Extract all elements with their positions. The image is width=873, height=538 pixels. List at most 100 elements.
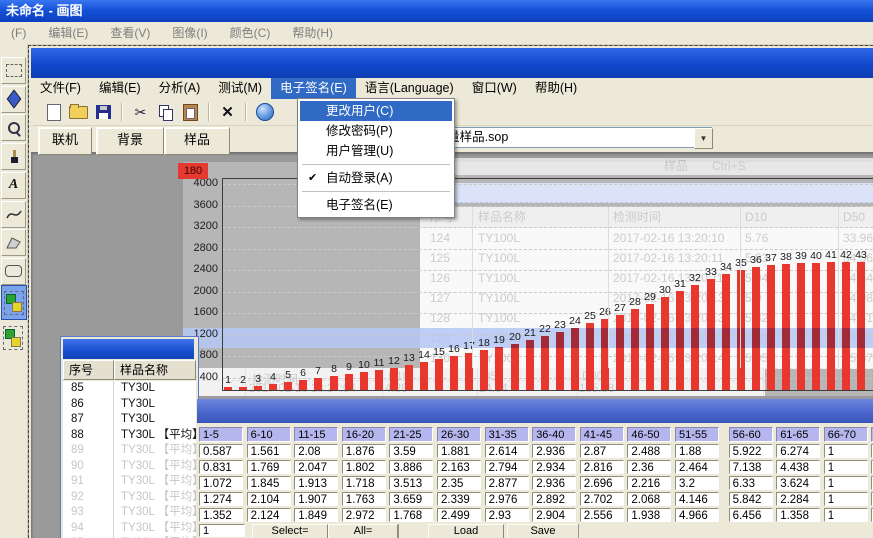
menu-item-0[interactable]: 更改用户(C): [300, 101, 452, 121]
tool-curve-icon[interactable]: [1, 201, 26, 228]
command-button-样品[interactable]: 样品: [164, 127, 230, 155]
option-transparent-selection-icon[interactable]: [1, 321, 25, 354]
sample-seq: 88: [71, 428, 84, 443]
cut-icon[interactable]: ✂: [129, 101, 152, 123]
tool-rounded-rect-icon[interactable]: [1, 258, 26, 285]
gridline: [223, 249, 873, 250]
bar-band-overlap: [571, 328, 579, 348]
all-button[interactable]: All=: [328, 524, 398, 538]
menu-item-1[interactable]: 修改密码(P): [300, 121, 452, 141]
sample-name: TY30L 【平均】: [121, 505, 196, 520]
dist-cell: 0.831: [199, 460, 243, 474]
count-input[interactable]: 1: [199, 524, 245, 537]
dist-cell: 3.886: [389, 460, 433, 474]
bar: [330, 376, 338, 390]
load-button[interactable]: Load: [428, 524, 504, 538]
screen: 未命名 - 画图 (F)编辑(E)查看(V)图像(I)颜色(C)帮助(H) A …: [0, 0, 873, 538]
sample-row[interactable]: 92TY30L 【平均】: [63, 490, 196, 505]
paint-menu-1[interactable]: 编辑(E): [37, 22, 99, 44]
analyzer-menu-3[interactable]: 测试(M): [209, 78, 271, 99]
option-opaque-selection-icon[interactable]: [1, 285, 27, 320]
tool-zoom-icon[interactable]: [1, 114, 26, 141]
tool-fill-icon[interactable]: [1, 86, 26, 113]
column-header-name[interactable]: 样品名称: [114, 360, 196, 380]
command-button-背景[interactable]: 背景: [96, 127, 164, 155]
sample-list-titlebar[interactable]: [63, 339, 194, 359]
open-icon[interactable]: [67, 101, 90, 123]
dist-cell: 2.904: [532, 508, 576, 522]
dist-cell: 1.358: [776, 508, 820, 522]
sample-row[interactable]: 88 TY30L 【平均】: [63, 428, 196, 443]
bar: [857, 262, 865, 390]
bar: [435, 359, 443, 390]
globe-icon[interactable]: [253, 101, 276, 123]
analyzer-menu-0[interactable]: 文件(F): [31, 78, 90, 99]
esignature-dropdown-menu: 更改用户(C)修改密码(P)用户管理(U) ✔自动登录(A) 电子签名(E): [297, 98, 455, 218]
dist-cell: 3.624: [776, 476, 820, 490]
dist-cell: 2.816: [580, 460, 624, 474]
dist-cell: 1.88: [675, 444, 719, 458]
paint-menu-5[interactable]: 帮助(H): [281, 22, 344, 44]
dist-cell: 2.35: [437, 476, 481, 490]
analyzer-menu-5[interactable]: 语言(Language): [356, 78, 463, 99]
paint-menu-2[interactable]: 查看(V): [99, 22, 161, 44]
dist-cell: 2.556: [580, 508, 624, 522]
bar: [782, 264, 790, 390]
sample-row[interactable]: 89TY30L 【平均】: [63, 443, 196, 458]
analyzer-menu-7[interactable]: 帮助(H): [526, 78, 586, 99]
combobox-dropdown-arrow-icon[interactable]: ▼: [694, 128, 713, 149]
analyzer-menu-2[interactable]: 分析(A): [150, 78, 210, 99]
sample-row[interactable]: 90TY30L 【平均】: [63, 459, 196, 474]
ghost-column-divider: [838, 207, 839, 368]
analyzer-menu-4[interactable]: 电子签名(E): [271, 78, 356, 99]
select-button[interactable]: Select=: [252, 524, 328, 538]
dist-cell: 0.587: [199, 444, 243, 458]
copy-icon[interactable]: [154, 101, 177, 123]
paste-icon[interactable]: [179, 101, 202, 123]
ghost-column-divider: [472, 207, 473, 368]
sample-row[interactable]: 85TY30L: [63, 381, 196, 396]
save-button[interactable]: Save: [507, 524, 579, 538]
column-header-seq[interactable]: 序号: [63, 360, 114, 380]
distribution-window-titlebar[interactable]: [197, 399, 873, 423]
menu-item-2[interactable]: 用户管理(U): [300, 141, 452, 161]
new-icon[interactable]: [42, 101, 65, 123]
tool-brush-icon[interactable]: [1, 143, 26, 170]
paint-menu-0[interactable]: (F): [0, 22, 37, 44]
bar-band-overlap: [616, 328, 624, 348]
x-axis-line: [222, 390, 873, 391]
paint-menu-3[interactable]: 图像(I): [161, 22, 218, 44]
sample-name: TY30L: [121, 381, 155, 396]
sample-name: TY30L 【平均】: [121, 428, 196, 443]
paint-menu-4[interactable]: 颜色(C): [219, 22, 282, 44]
dist-cell: 3.659: [389, 492, 433, 506]
bar: [631, 309, 639, 390]
dist-cell: 2.068: [627, 492, 671, 506]
analyzer-titlebar[interactable]: [31, 48, 873, 78]
sample-row[interactable]: 86TY30L: [63, 397, 196, 412]
dist-cell: 1.849: [294, 508, 338, 522]
dist-cell: 4.966: [675, 508, 719, 522]
menu-item-6[interactable]: 电子签名(E): [300, 195, 452, 215]
sample-row[interactable]: 91TY30L 【平均】: [63, 474, 196, 489]
tool-polygon-icon[interactable]: [1, 229, 26, 256]
paint-tool-palette: A: [0, 44, 28, 538]
dist-cell: 2.124: [247, 508, 291, 522]
sample-row[interactable]: 94TY30L 【平均】: [63, 521, 196, 536]
dist-cell: 2.08: [294, 444, 338, 458]
bar: [299, 380, 307, 390]
dist-cell: 2.216: [627, 476, 671, 490]
sample-row[interactable]: 87TY30L: [63, 412, 196, 427]
sample-name: TY30L 【平均】: [121, 490, 196, 505]
analyzer-menu-1[interactable]: 编辑(E): [90, 78, 150, 99]
delete-icon[interactable]: ✕: [216, 101, 239, 123]
sample-row[interactable]: 93TY30L 【平均】: [63, 505, 196, 520]
analyzer-menu-6[interactable]: 窗口(W): [463, 78, 526, 99]
bar-band-overlap: [631, 328, 639, 348]
tool-select-icon[interactable]: [1, 57, 26, 84]
command-button-联机[interactable]: 联机: [38, 127, 92, 155]
toolbar-separator: [208, 103, 210, 121]
menu-item-4[interactable]: ✔自动登录(A): [300, 168, 452, 188]
tool-text-icon[interactable]: A: [1, 172, 26, 199]
save-icon[interactable]: [92, 101, 115, 123]
